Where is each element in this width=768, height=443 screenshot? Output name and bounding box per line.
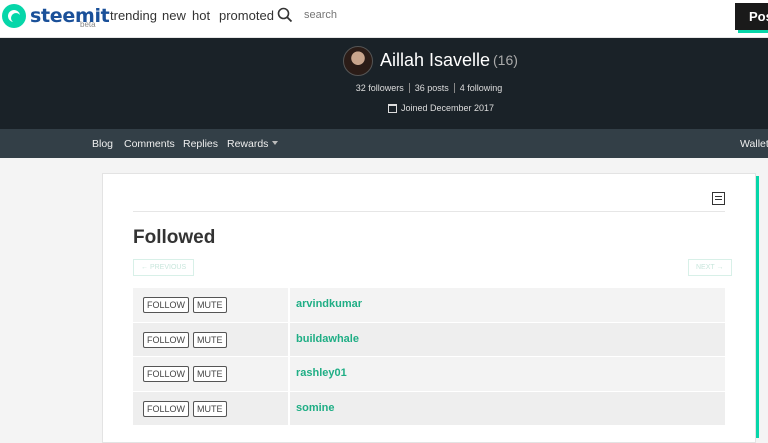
table-row: FOLLOW MUTE buildawhale <box>133 322 725 357</box>
row-divider <box>288 357 290 391</box>
username-link[interactable]: arvindkumar <box>296 298 362 310</box>
tab-blog[interactable]: Blog <box>92 138 113 150</box>
divider <box>133 211 725 212</box>
profile-name: Aillah Isavelle <box>380 50 491 70</box>
follow-button[interactable]: FOLLOW <box>143 331 190 348</box>
joined-text: Joined December 2017 <box>401 103 495 113</box>
sidebar-accent-edge <box>756 176 759 438</box>
list-menu-icon[interactable] <box>712 192 725 205</box>
nav-promoted[interactable]: promoted <box>219 8 274 23</box>
chevron-down-icon <box>272 141 279 145</box>
profile-subnav: Blog Comments Replies Rewards Wallet <box>0 129 768 158</box>
steemit-logo-icon <box>2 4 26 28</box>
logo-text: steemit <box>30 5 110 27</box>
tab-wallet[interactable]: Wallet <box>740 138 768 150</box>
mute-button[interactable]: MUTE <box>193 400 227 417</box>
username-link[interactable]: rashley01 <box>296 367 347 379</box>
reputation-score: (16) <box>493 52 518 68</box>
follow-button[interactable]: FOLLOW <box>143 297 190 313</box>
row-divider <box>288 391 290 425</box>
nav-new[interactable]: new <box>162 8 186 23</box>
username-link[interactable]: buildawhale <box>296 333 359 345</box>
profile-stats: 32 followers 36 posts 4 following <box>0 83 768 93</box>
nav-hot[interactable]: hot <box>192 8 210 23</box>
next-button[interactable]: NEXT → <box>688 259 732 276</box>
tab-comments[interactable]: Comments <box>124 138 175 150</box>
row-divider <box>288 322 290 356</box>
tab-rewards[interactable]: Rewards <box>227 138 279 150</box>
followers-count[interactable]: 32 followers <box>351 83 409 93</box>
username-link[interactable]: somine <box>296 402 335 414</box>
tab-rewards-label: Rewards <box>227 138 269 150</box>
post-button[interactable]: Pos <box>735 3 768 30</box>
followed-card: Followed ← PREVIOUS NEXT → FOLLOW MUTE a… <box>102 173 756 443</box>
beta-badge: beta <box>80 20 96 29</box>
joined-date: Joined December 2017 <box>388 103 494 113</box>
row-divider <box>288 288 290 322</box>
followed-list: FOLLOW MUTE arvindkumar FOLLOW MUTE buil… <box>133 288 725 426</box>
page-title: Followed <box>133 227 216 248</box>
calendar-icon <box>388 103 397 113</box>
follow-button[interactable]: FOLLOW <box>143 400 190 417</box>
mute-button[interactable]: MUTE <box>193 331 227 348</box>
profile-banner: Aillah Isavelle (16) 32 followers 36 post… <box>0 38 768 129</box>
table-row: FOLLOW MUTE somine <box>133 391 725 426</box>
following-count[interactable]: 4 following <box>455 83 508 93</box>
search-icon[interactable] <box>277 7 293 23</box>
table-row: FOLLOW MUTE arvindkumar <box>133 288 725 323</box>
nav-trending[interactable]: trending <box>110 8 157 23</box>
follow-button[interactable]: FOLLOW <box>143 366 190 382</box>
mute-button[interactable]: MUTE <box>193 297 227 313</box>
avatar <box>343 46 373 76</box>
top-header: steemit beta trending new hot promoted P… <box>0 0 768 38</box>
previous-button[interactable]: ← PREVIOUS <box>133 259 195 276</box>
mute-button[interactable]: MUTE <box>193 366 227 382</box>
tab-replies[interactable]: Replies <box>183 138 218 150</box>
search-input[interactable] <box>304 7 424 23</box>
posts-count: 36 posts <box>414 83 449 93</box>
table-row: FOLLOW MUTE rashley01 <box>133 357 725 392</box>
